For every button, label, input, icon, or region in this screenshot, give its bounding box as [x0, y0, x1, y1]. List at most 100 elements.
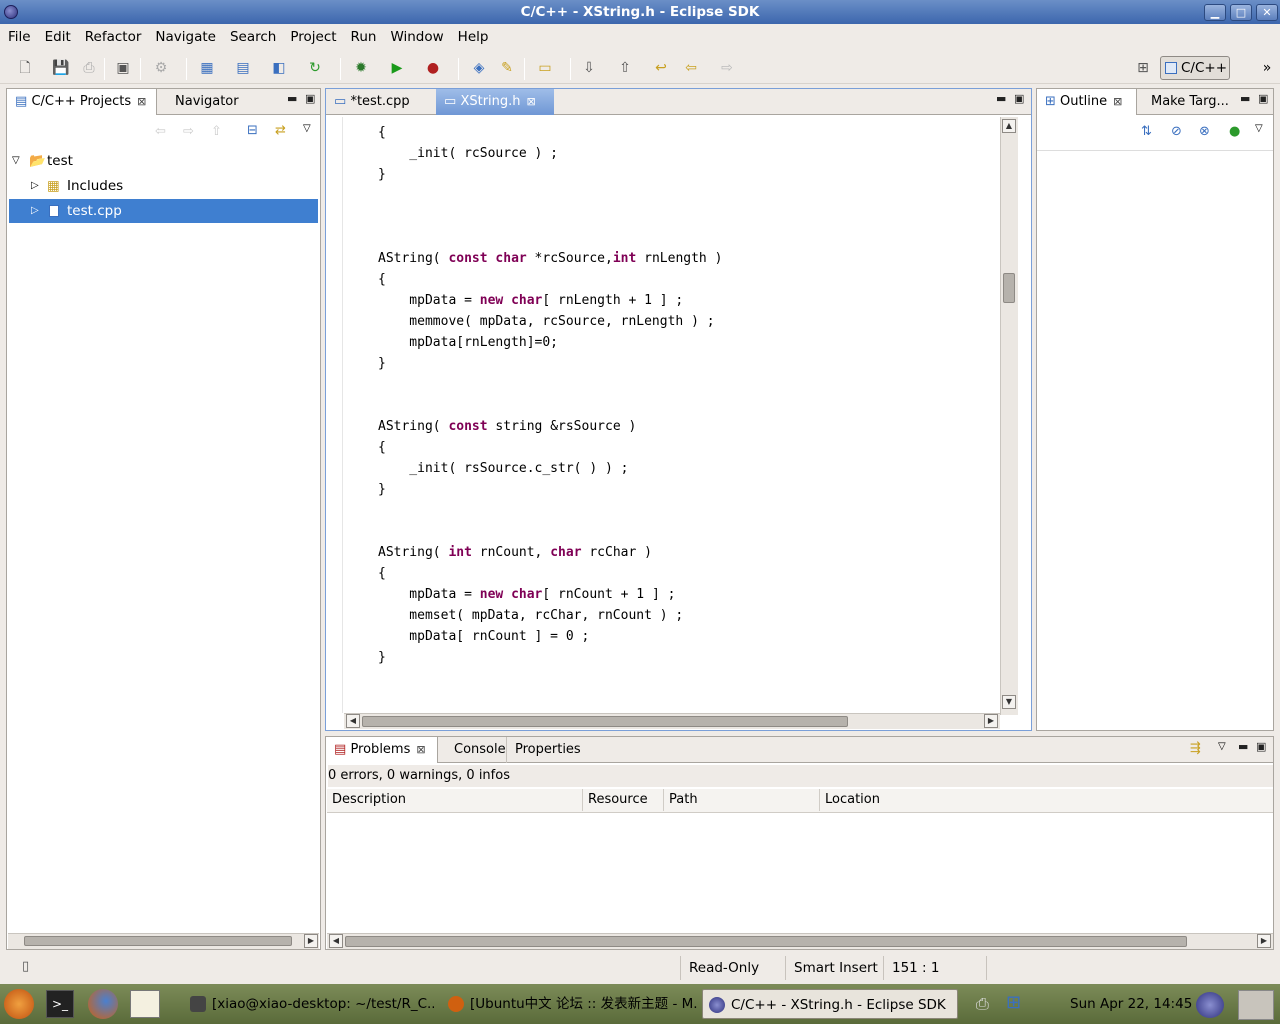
scroll-left-icon[interactable]: ◀ — [329, 934, 343, 948]
projects-hscrollbar[interactable]: ▶ — [8, 933, 319, 949]
view-menu-icon[interactable]: ▽ — [303, 123, 311, 134]
maximize-icon[interactable]: ▣ — [1014, 92, 1024, 105]
network-icon[interactable]: ⊞ — [1006, 992, 1021, 1013]
code-line[interactable] — [378, 206, 722, 227]
sort-icon[interactable]: ⇅ — [1141, 124, 1152, 139]
new-project-icon[interactable]: ▦ — [196, 58, 218, 78]
tree-item-includes[interactable]: ▷ ▦ Includes — [9, 174, 318, 198]
code-line[interactable]: } — [378, 353, 722, 374]
search-icon[interactable]: ✎ — [496, 58, 518, 78]
collapse-all-icon[interactable]: ⊟ — [247, 123, 258, 138]
forward-icon[interactable]: ⇨ — [716, 58, 738, 78]
code-line[interactable]: mpData[rnLength]=0; — [378, 332, 722, 353]
new-class-icon[interactable]: ◧ — [268, 58, 290, 78]
firefox-launcher-icon[interactable] — [88, 989, 118, 1019]
column-path[interactable]: Path — [664, 789, 820, 811]
column-location[interactable]: Location — [820, 789, 1273, 811]
code-line[interactable]: memset( mpData, rcChar, rnCount ) ; — [378, 605, 722, 626]
code-line[interactable] — [378, 395, 722, 416]
tab-outline[interactable]: ⊞ Outline ⊠ — [1037, 89, 1137, 115]
build-icon[interactable]: ⚙ — [150, 58, 172, 78]
filter-icon[interactable]: ⇶ — [1190, 741, 1201, 756]
code-line[interactable]: { — [378, 437, 722, 458]
menu-edit[interactable]: Edit — [45, 29, 71, 45]
code-line[interactable]: } — [378, 647, 722, 668]
code-line[interactable] — [378, 374, 722, 395]
editor-hscrollbar[interactable]: ◀ ▶ — [344, 713, 1000, 729]
code-line[interactable]: } — [378, 479, 722, 500]
code-text[interactable]: { _init( rcSource ) ;} AString( const cha… — [378, 122, 722, 668]
run-icon[interactable]: ▶ — [386, 58, 408, 78]
maximize-icon[interactable]: ▣ — [305, 92, 315, 105]
close-window-button[interactable]: ✕ — [1256, 4, 1278, 21]
tree-item-test-cpp[interactable]: ▷ test.cpp — [9, 199, 318, 223]
hide-static-icon[interactable]: ⊗ — [1199, 124, 1210, 139]
editor-vscrollbar[interactable]: ▲ ▼ — [1000, 117, 1018, 715]
debug-icon[interactable]: ✹ — [350, 58, 372, 78]
view-menu-icon[interactable]: ▽ — [1255, 123, 1263, 134]
tab-xstring-h[interactable]: ▭ XString.h ⊠ — [436, 89, 554, 115]
print-icon[interactable]: ⎙ — [78, 58, 100, 78]
view-menu-icon[interactable]: ▽ — [1218, 741, 1226, 752]
last-edit-icon[interactable]: ↩ — [650, 58, 672, 78]
taskbar-item-terminal[interactable]: [xiao@xiao-desktop: ~/test/R_C... — [184, 989, 434, 1019]
code-line[interactable]: AString( const char *rcSource,int rnLeng… — [378, 248, 722, 269]
code-line[interactable]: } — [378, 164, 722, 185]
tab-make-targets[interactable]: Make Targ... — [1143, 89, 1237, 115]
terminal-launcher-icon[interactable]: >_ — [46, 990, 74, 1018]
code-line[interactable]: _init( rcSource ) ; — [378, 143, 722, 164]
tab-properties[interactable]: Properties — [506, 737, 589, 763]
new-folder-icon[interactable]: ▤ — [232, 58, 254, 78]
code-line[interactable]: AString( const string &rsSource ) — [378, 416, 722, 437]
code-line[interactable]: { — [378, 122, 722, 143]
back-icon[interactable]: ⇦ — [155, 124, 166, 139]
clock[interactable]: Sun Apr 22, 14:45 — [1070, 996, 1192, 1012]
workspace-switcher[interactable] — [1238, 990, 1274, 1020]
menu-search[interactable]: Search — [230, 29, 276, 45]
new-icon[interactable]: 🗋 — [14, 58, 36, 78]
close-icon[interactable]: ⊠ — [137, 95, 146, 108]
code-line[interactable] — [378, 500, 722, 521]
code-line[interactable] — [378, 227, 722, 248]
open-perspective-icon[interactable]: ⊞ — [1132, 58, 1154, 78]
menu-run[interactable]: Run — [351, 29, 377, 45]
open-type-icon[interactable]: ◈ — [468, 58, 490, 78]
collapse-icon[interactable]: ▷ — [31, 199, 39, 223]
menu-refactor[interactable]: Refactor — [85, 29, 142, 45]
menu-window[interactable]: Window — [390, 29, 443, 45]
taskbar-item-eclipse[interactable]: C/C++ - XString.h - Eclipse SDK — [702, 989, 958, 1019]
up-icon[interactable]: ⇧ — [211, 124, 222, 139]
binary-icon[interactable]: ▣ — [112, 58, 134, 78]
folder-icon[interactable]: ▭ — [534, 58, 556, 78]
more-perspectives-icon[interactable]: » — [1256, 58, 1278, 78]
code-line[interactable]: mpData = new char[ rnLength + 1 ] ; — [378, 290, 722, 311]
tab-console[interactable]: Console — [446, 737, 514, 763]
tab-test-cpp[interactable]: ▭ *test.cpp — [326, 89, 434, 115]
menu-help[interactable]: Help — [458, 29, 489, 45]
minimize-icon[interactable]: ▬ — [1240, 92, 1250, 105]
code-line[interactable] — [378, 185, 722, 206]
code-line[interactable]: { — [378, 563, 722, 584]
tab-navigator[interactable]: Navigator — [167, 89, 247, 115]
scroll-right-icon[interactable]: ▶ — [304, 934, 318, 948]
maximize-icon[interactable]: ▣ — [1256, 740, 1266, 753]
menu-file[interactable]: File — [8, 29, 31, 45]
eclipse-tray-icon[interactable] — [1196, 992, 1224, 1018]
close-icon[interactable]: ⊠ — [416, 743, 425, 756]
menu-navigate[interactable]: Navigate — [155, 29, 216, 45]
ubuntu-menu-icon[interactable] — [4, 989, 34, 1019]
scroll-right-icon[interactable]: ▶ — [1257, 934, 1271, 948]
collapse-icon[interactable]: ▷ — [31, 174, 39, 198]
code-line[interactable]: AString( int rnCount, char rcChar ) — [378, 542, 722, 563]
maximize-icon[interactable]: ▣ — [1258, 92, 1268, 105]
problems-hscrollbar[interactable]: ◀ ▶ — [327, 933, 1273, 949]
expand-icon[interactable]: ▽ — [12, 149, 20, 173]
close-icon[interactable]: ⊠ — [1113, 95, 1122, 108]
column-resource[interactable]: Resource — [583, 789, 664, 811]
code-line[interactable]: mpData = new char[ rnCount + 1 ] ; — [378, 584, 722, 605]
external-tools-icon[interactable]: ● — [422, 58, 444, 78]
menu-project[interactable]: Project — [290, 29, 336, 45]
refresh-icon[interactable]: ↻ — [304, 58, 326, 78]
hide-nonpublic-icon[interactable]: ● — [1229, 124, 1240, 139]
code-line[interactable]: mpData[ rnCount ] = 0 ; — [378, 626, 722, 647]
